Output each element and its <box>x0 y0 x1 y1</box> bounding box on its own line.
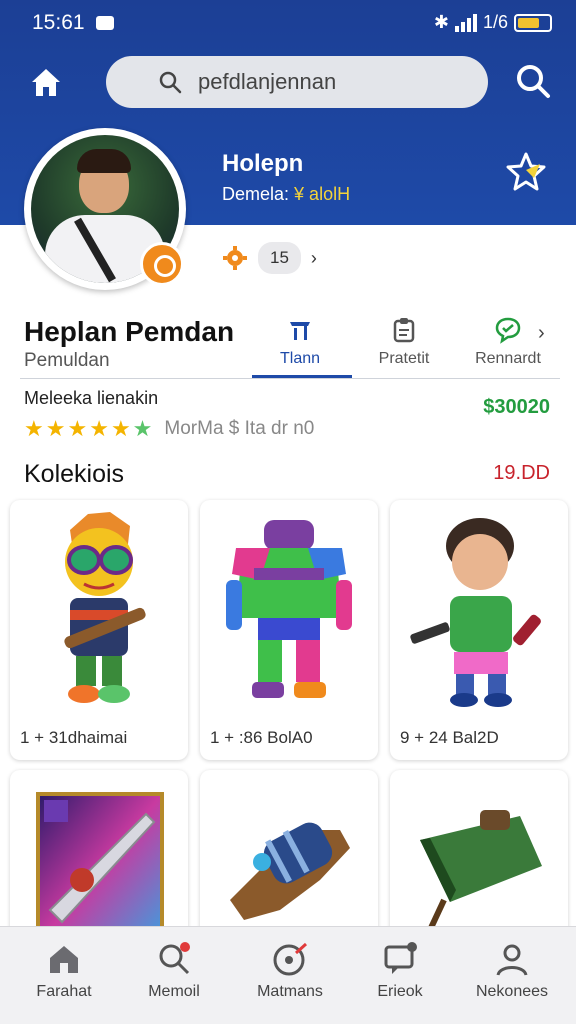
nav-label: Erieok <box>377 983 423 1000</box>
nav-label: Nekonees <box>475 983 549 1000</box>
status-text: 1/6 <box>482 12 508 32</box>
star-icon: ★ <box>67 416 88 441</box>
soccer-figure-icon <box>410 518 541 707</box>
user-icon <box>496 944 528 976</box>
tab-pratetit[interactable]: Pratetit <box>356 316 452 378</box>
profile-name: Heplan Pemdan <box>24 316 235 347</box>
star-icon: ★ <box>132 416 153 441</box>
tab-shop[interactable]: Tlann <box>252 316 348 378</box>
seller-rating: ★ ★ ★ ★ ★ ★ MorMa $ Ita dr n0 <box>24 416 314 442</box>
nav-memoil[interactable]: Memoil <box>124 941 224 1001</box>
collection-item[interactable]: 9 + 24 Bal2D <box>390 500 568 760</box>
bluetooth-icon: ✱ <box>433 12 449 32</box>
seller-note: MorMa $ Ita dr n0 <box>164 418 315 439</box>
item-caption: 9 + 24 Bal2D <box>400 728 499 747</box>
tabs-more-chevron-icon[interactable]: › <box>538 322 545 345</box>
search-button-icon[interactable] <box>514 62 552 100</box>
nav-label: Memoil <box>148 983 200 1000</box>
status-time: 15:61 <box>32 11 85 34</box>
collection-item[interactable]: 1 + :86 BolA0 <box>200 500 378 760</box>
search-input[interactable]: pefdlanjennan <box>106 56 488 108</box>
star-icon: ★ <box>110 416 131 441</box>
home-icon[interactable] <box>28 64 64 100</box>
star-icon: ★ <box>45 416 66 441</box>
nav-matmans[interactable]: Matmans <box>240 941 340 1001</box>
message-notification-icon <box>96 16 114 30</box>
subline-value: ¥ alolH <box>294 184 351 204</box>
avatar[interactable] <box>24 128 186 290</box>
clipboard-icon <box>393 318 415 343</box>
nav-nekonees[interactable]: Nekonees <box>462 941 562 1001</box>
seller-price: $30020 <box>483 396 550 418</box>
collection-count: 19.DD <box>493 462 550 484</box>
item-caption: 1 + 31dhaimai <box>20 728 128 747</box>
search-value: pefdlanjennan <box>198 69 337 94</box>
chat-icon <box>495 317 521 344</box>
nav-erieok[interactable]: Erieok <box>350 941 450 1001</box>
collection-title: Kolekiois <box>24 460 125 488</box>
battery-icon <box>514 13 552 32</box>
profile-tabs: Tlann Pratetit Rennardt <box>252 316 556 378</box>
nav-label: Matmans <box>257 983 323 1000</box>
tab-label: Tlann <box>279 350 321 367</box>
bottom-nav: Farahat Memoil Matmans Erieok Nekonees <box>0 926 576 1024</box>
item-caption: 1 + :86 BolA0 <box>210 728 313 747</box>
chat-badge-icon[interactable] <box>140 242 184 286</box>
message-icon <box>384 942 417 974</box>
star-icon: ★ <box>24 416 44 441</box>
shop-icon <box>290 322 310 340</box>
username: Holepn <box>222 150 304 177</box>
nav-label: Farahat <box>36 983 92 1000</box>
search-icon <box>159 71 182 94</box>
level-pill[interactable]: 15 <box>258 242 301 274</box>
star-favorite-icon[interactable] <box>504 150 548 194</box>
home-icon <box>50 946 78 973</box>
nav-farahat[interactable]: Farahat <box>14 941 114 1001</box>
status-bar: 15:61 ✱ 1/6 <box>0 8 576 36</box>
star-icon: ★ <box>89 416 109 441</box>
search-notify-icon <box>159 942 190 975</box>
target-icon <box>273 942 308 976</box>
subline-label: Demela: <box>222 184 290 204</box>
tab-label: Rennardt <box>475 350 541 367</box>
seller-title: Meleeka lienakin <box>24 388 159 408</box>
profile-subline: Demela: ¥ alolH <box>222 184 350 205</box>
divider <box>20 378 560 379</box>
signal-icon <box>454 13 477 32</box>
collection-item[interactable]: 1 + 31dhaimai <box>10 500 188 760</box>
goggles-figure-icon <box>64 512 146 703</box>
chevron-right-icon[interactable]: › <box>311 248 317 269</box>
tab-label: Pratetit <box>378 350 430 367</box>
gear-icon[interactable] <box>222 245 248 271</box>
status-right: ✱ 1/6 <box>434 12 552 33</box>
profile-stats: 15 › <box>222 242 317 274</box>
armor-figure-icon <box>226 520 352 698</box>
profile-subtitle: Pemuldan <box>24 350 110 371</box>
